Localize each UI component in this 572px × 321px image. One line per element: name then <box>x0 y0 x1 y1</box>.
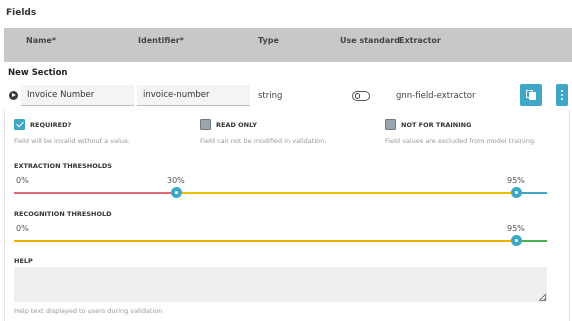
field-identifier-input[interactable] <box>137 85 250 106</box>
section-title: New Section <box>8 68 68 78</box>
header-type: Type <box>258 36 279 45</box>
required-checkbox[interactable] <box>14 119 25 130</box>
header-identifier: Identifier* <box>138 36 184 45</box>
header-name: Name* <box>26 36 57 45</box>
recognition-tick-high: 95% <box>507 224 525 233</box>
required-description: Field will be invalid without a value. <box>14 137 130 145</box>
help-note: Help text displayed to users during vali… <box>14 307 163 315</box>
copy-button[interactable] <box>520 84 542 106</box>
not-for-training-label: NOT FOR TRAINING <box>401 121 472 129</box>
extraction-tick-high: 95% <box>507 176 525 185</box>
page-title: Fields <box>6 8 37 18</box>
read-only-label: READ ONLY <box>216 121 257 129</box>
not-for-training-checkbox[interactable] <box>385 119 396 130</box>
extraction-low-range <box>14 192 176 194</box>
extraction-mid-range <box>176 192 516 194</box>
field-type[interactable]: string <box>258 91 282 101</box>
not-for-training-description: Field values are excluded from model tra… <box>385 137 537 145</box>
field-name-input[interactable] <box>21 85 134 106</box>
kebab-dot-icon <box>561 98 563 100</box>
extraction-tick-low: 30% <box>167 176 185 185</box>
kebab-dot-icon <box>561 90 563 92</box>
toggle-knob <box>354 93 360 99</box>
read-only-checkbox[interactable] <box>200 119 211 130</box>
extraction-low-handle[interactable] <box>171 187 182 198</box>
read-only-description: Field can not be modified in validation. <box>200 137 327 145</box>
recognition-threshold-label: RECOGNITION THRESHOLD <box>14 210 112 218</box>
field-extractor[interactable]: gnn-field-extractor <box>396 91 476 101</box>
copy-icon-front <box>529 92 536 100</box>
help-label: HELP <box>14 257 33 265</box>
more-options-button[interactable] <box>556 84 568 106</box>
header-use-standard: Use standard <box>340 36 400 45</box>
kebab-dot-icon <box>561 94 563 96</box>
collapse-chevron-icon[interactable] <box>9 91 18 100</box>
recognition-low-range <box>14 240 516 242</box>
extraction-thresholds-label: EXTRACTION THRESHOLDS <box>14 162 112 170</box>
extraction-high-handle[interactable] <box>511 187 522 198</box>
help-textarea[interactable] <box>14 267 547 302</box>
resize-grip-icon[interactable] <box>539 294 546 301</box>
fields-table-header: Name* Identifier* Type Use standard Extr… <box>4 28 572 62</box>
required-label: REQUIRED? <box>30 121 72 129</box>
use-standard-toggle[interactable] <box>352 91 370 101</box>
recognition-handle[interactable] <box>511 235 522 246</box>
recognition-tick-min: 0% <box>16 224 29 233</box>
extraction-tick-min: 0% <box>16 176 29 185</box>
header-extractor: Extractor <box>399 36 441 45</box>
